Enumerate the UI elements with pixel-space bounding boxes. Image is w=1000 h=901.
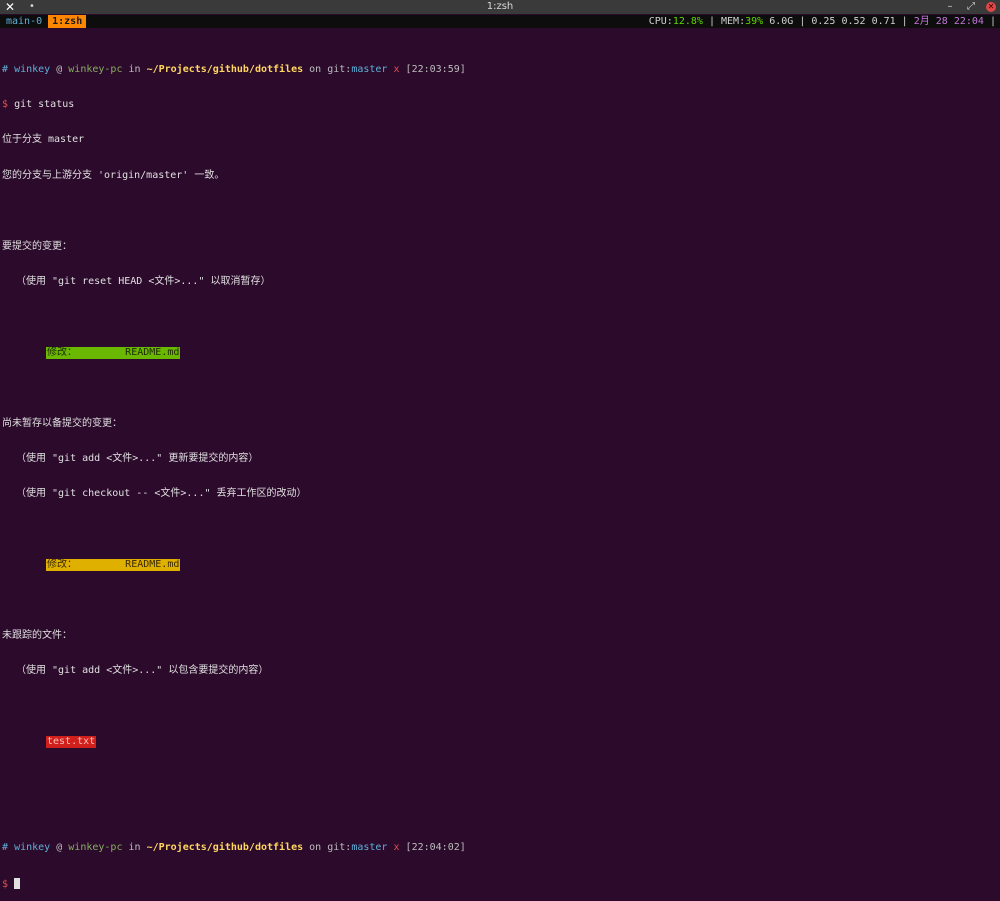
prompt-branch: master [351,842,388,854]
staged-file-badge: 修改： README.md [46,346,181,359]
prompt-dirty: x [393,63,400,75]
staged-label: 修改： [47,346,77,358]
prompt-user: winkey [14,842,51,854]
prompt-at: @ [56,842,63,854]
unstaged-file: README.md [125,559,180,571]
cpu-label: CPU: [648,16,673,27]
prompt-symbol: $ [2,98,9,110]
prompt-time: [22:03:59] [405,63,466,75]
prompt-dirty: x [393,842,400,854]
terminal-cursor [14,877,21,889]
prompt-symbol: $ [2,878,9,890]
prompt-path: ~/Projects/github/dotfiles [146,842,304,854]
upstream-line: 您的分支与上游分支 'origin/master' 一致。 [2,169,225,181]
untracked-header: 未跟踪的文件： [2,629,72,641]
command-text: git status [14,98,75,110]
prompt-host: winkey-pc [68,842,123,854]
branch-line: 位于分支 master [2,134,85,146]
window-title: 1:zsh [486,1,514,12]
untracked-hint: （使用 "git add <文件>..." 以包含要提交的内容） [16,665,269,677]
untracked-file-badge: test.txt [46,736,97,748]
prompt-user: winkey [14,63,51,75]
command-line: $ git status [2,99,998,111]
unstaged-header: 尚未暂存以备提交的变更： [2,417,122,429]
restore-icon[interactable]: ⤢ [965,1,977,13]
prompt-line-2: # winkey @ winkey-pc in ~/Projects/githu… [2,842,998,854]
prompt-line: # winkey @ winkey-pc in ~/Projects/githu… [2,64,998,76]
staged-hint: （使用 "git reset HEAD <文件>..." 以取消暂存） [16,275,271,287]
prompt-branch: master [351,63,388,75]
window-titlebar: ✕ • 1:zsh – ⤢ ✕ [0,0,1000,14]
prompt-time: [22:04:02] [405,842,466,854]
tmux-tab-main[interactable]: main-0 [2,15,46,28]
titlebar-right-controls: – ⤢ ✕ [944,1,996,13]
unstaged-entry: 修改： README.md [2,559,998,571]
prompt-at: @ [56,63,63,75]
cpu-value: 12.8% [672,16,703,27]
staged-header: 要提交的变更： [2,240,72,252]
prompt-path: ~/Projects/github/dotfiles [146,63,304,75]
tmux-window-list: main-0 1:zsh [2,15,87,28]
prompt-host: winkey-pc [68,63,123,75]
mem-label: MEM: [721,16,746,27]
close-window-icon[interactable]: ✕ [986,2,996,12]
prompt-hash: # [2,63,9,75]
prompt-git: git: [327,842,352,854]
unstaged-file-badge: 修改： README.md [46,559,181,571]
load-average: 0.25 0.52 0.71 [811,16,896,27]
unstaged-label: 修改： [47,559,77,571]
tmux-status-bar: main-0 1:zsh CPU:12.8% | MEM:39% 6.0G | … [0,15,1000,28]
prompt-hash: # [2,842,9,854]
date-time: 28 22:04 [935,16,984,27]
prompt-on: on [309,63,322,75]
prompt-on: on [309,842,322,854]
unstaged-hint-add: （使用 "git add <文件>..." 更新要提交的内容） [16,452,259,464]
prompt-in: in [128,842,141,854]
mem-total: 6.0G [769,16,794,27]
untracked-entry: test.txt [2,736,998,748]
staged-entry: 修改： README.md [2,346,998,359]
mem-value: 39% [745,16,764,27]
tmux-status-right: CPU:12.8% | MEM:39% 6.0G | 0.25 0.52 0.7… [648,16,996,27]
minimize-icon[interactable]: – [944,1,956,13]
input-line[interactable]: $ [2,877,998,890]
prompt-in: in [128,63,141,75]
date-month: 2月 [913,16,930,27]
terminal-output[interactable]: # winkey @ winkey-pc in ~/Projects/githu… [2,40,998,901]
tmux-tab-zsh[interactable]: 1:zsh [48,15,87,28]
unstaged-hint-checkout: （使用 "git checkout -- <文件>..." 丢弃工作区的改动） [16,488,307,500]
staged-file: README.md [125,346,180,358]
prompt-git: git: [327,63,352,75]
